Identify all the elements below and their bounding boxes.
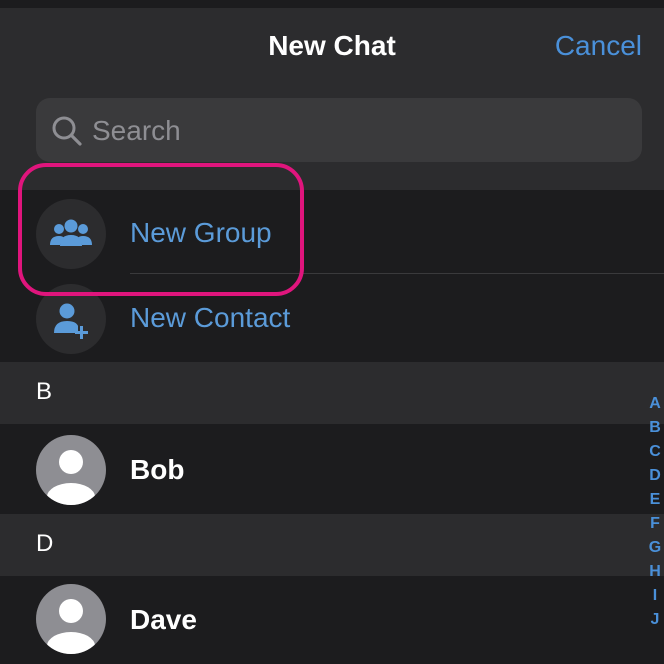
status-strip [0,0,664,8]
index-letter-f[interactable]: F [650,512,660,536]
cancel-button[interactable]: Cancel [555,30,642,62]
index-letter-i[interactable]: I [653,584,657,608]
search-icon [52,116,82,146]
search-bar[interactable] [36,98,642,164]
index-letter-e[interactable]: E [650,488,661,512]
avatar [36,584,106,654]
contact-name: Bob [130,454,185,485]
person-avatar-icon [47,450,95,505]
new-group-row[interactable]: New Group [0,190,664,276]
index-letter-b[interactable]: B [649,416,661,440]
index-letter-g[interactable]: G [649,536,661,560]
add-contact-icon [54,303,88,339]
new-group-icon-circle [36,199,106,269]
section-header-d: D [0,514,664,576]
alphabet-index[interactable]: A B C D E F G H I J [646,392,664,632]
new-contact-label: New Contact [130,302,291,333]
new-contact-row[interactable]: New Contact [0,274,664,360]
person-avatar-icon [47,599,95,654]
index-letter-c[interactable]: C [649,440,661,464]
search-input[interactable] [90,98,634,164]
group-icon [50,219,92,246]
contact-row-bob[interactable]: Bob [0,426,664,514]
contact-row-dave[interactable]: Dave [0,576,664,664]
section-header-b: B [0,362,664,424]
header-area: New Chat Cancel [0,0,664,190]
index-letter-j[interactable]: J [651,608,660,632]
section-letter: D [36,530,54,557]
new-contact-icon-circle [36,284,106,354]
index-letter-a[interactable]: A [649,392,661,416]
index-letter-d[interactable]: D [649,464,661,488]
new-group-label: New Group [130,217,272,248]
avatar [36,435,106,505]
index-letter-h[interactable]: H [649,560,661,584]
contact-name: Dave [130,604,197,635]
section-letter: B [36,378,53,405]
